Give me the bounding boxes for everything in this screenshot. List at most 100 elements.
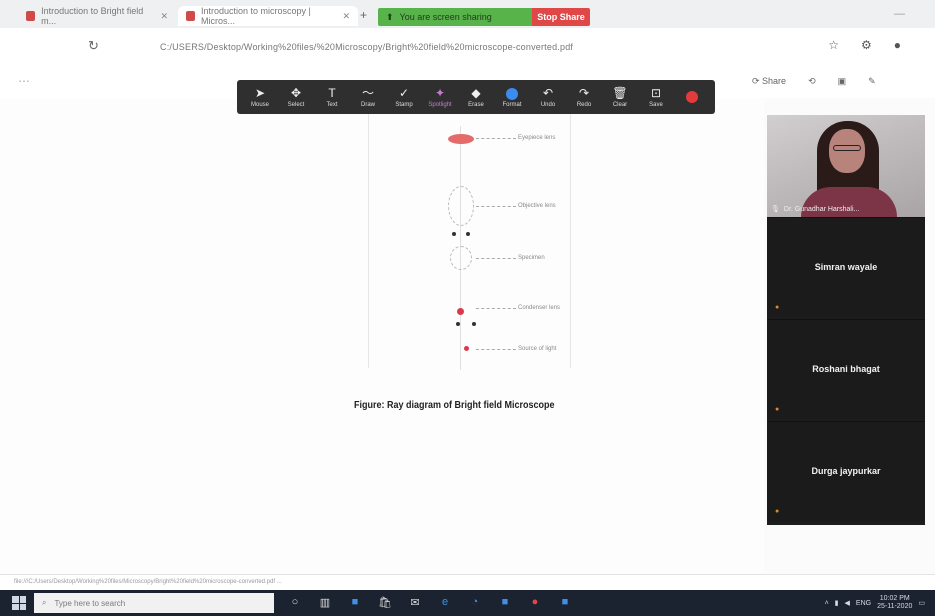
calculator-icon[interactable]: ■	[348, 594, 362, 610]
figure-caption: Figure: Ray diagram of Bright field Micr…	[354, 400, 555, 411]
network-icon[interactable]: ▮	[835, 599, 839, 607]
new-tab-button[interactable]: +	[360, 8, 367, 22]
tool-label: Select	[287, 102, 305, 108]
label-pointer	[476, 308, 516, 309]
tool-erase[interactable]: ◆ Erase	[459, 86, 493, 108]
stamp-icon: ✓	[398, 86, 410, 100]
close-tab-icon[interactable]: ✕	[160, 11, 168, 22]
search-icon: ⌕	[42, 598, 47, 607]
tool-stamp[interactable]: ✓ Stamp	[387, 86, 421, 108]
url-field[interactable]: C:/USERS/Desktop/Working%20files/%20Micr…	[160, 42, 573, 52]
redo-icon: ↷	[578, 86, 590, 100]
close-annotate-button[interactable]	[675, 91, 709, 103]
label-pointer	[476, 349, 516, 350]
tool-format[interactable]: Format	[495, 86, 529, 108]
trash-icon: 🗑	[612, 86, 628, 100]
tool-text[interactable]: T Text	[315, 86, 349, 108]
mouse-icon: ➤	[254, 86, 266, 100]
diagram-label-condenser: Condenser lens	[518, 305, 561, 311]
ray-dot	[452, 232, 456, 236]
spotlight-icon: ✦	[434, 86, 446, 100]
participant-tile[interactable]: Roshani bhagat ●	[767, 319, 925, 419]
photos-icon[interactable]: ◔	[468, 594, 482, 610]
notification-icon[interactable]: ▭	[918, 599, 925, 607]
meet-icon[interactable]: ■	[558, 594, 572, 610]
profile-icon[interactable]: ●	[894, 38, 901, 52]
eraser-icon: ◆	[471, 86, 481, 100]
browser-tab[interactable]: Introduction to Bright field m... ✕	[18, 6, 176, 26]
tool-label: Draw	[360, 102, 375, 108]
ray-dot	[472, 322, 476, 326]
search-placeholder: Type here to search	[54, 598, 126, 608]
share-status-text: You are screen sharing	[399, 12, 492, 22]
close-tab-icon[interactable]: ✕	[342, 11, 350, 22]
self-video-tile[interactable]: 🎙 Dr. Gunadhar Harshali...	[767, 115, 925, 217]
tool-undo[interactable]: ↶ Undo	[531, 86, 565, 108]
language-icon[interactable]: ENG	[856, 600, 871, 607]
pdf-actions: ⟳ Share ⟲ ▣ ✎	[752, 76, 876, 87]
eyepiece-lens-shape	[448, 134, 474, 144]
screen-share-bar: ⬆ You are screen sharing Stop Share	[378, 8, 590, 26]
tool-draw[interactable]: 〜 Draw	[351, 86, 385, 108]
tool-mouse[interactable]: ➤ Mouse	[243, 86, 277, 108]
taskbar-search[interactable]: ⌕ Type here to search	[34, 593, 274, 613]
store-icon[interactable]: 🛍	[378, 594, 392, 610]
participant-photo	[829, 129, 865, 173]
diagram-label-specimen: Specimen	[518, 255, 545, 261]
address-bar: ↻ C:/USERS/Desktop/Working%20files/%20Mi…	[0, 28, 935, 64]
clock-time: 10:02 PM	[879, 595, 910, 602]
cortana-icon[interactable]: ○	[288, 594, 302, 610]
share-button[interactable]: ⟳ Share	[752, 76, 786, 87]
volume-icon[interactable]: ◀	[845, 599, 850, 607]
tool-label: Mouse	[250, 102, 269, 108]
mail-icon[interactable]: ✉	[408, 594, 422, 610]
annotate-toolbar: ➤ Mouse ✥ Select T Text 〜 Draw ✓ Stamp ✦ Spotl…	[237, 80, 715, 114]
status-url-text: file:///C:/Users/Desktop/Working%20files…	[14, 579, 282, 585]
tool-label: Stamp	[395, 102, 413, 108]
star-icon[interactable]: ☆	[828, 38, 839, 52]
tool-save[interactable]: ⊡ Save	[639, 86, 673, 108]
self-name-text: Dr. Gunadhar Harshali...	[783, 205, 860, 213]
muted-mic-icon: ●	[775, 406, 780, 413]
text-icon: T	[328, 86, 336, 100]
pdf-document: Eyepiece lens Objective lens Specimen Co…	[0, 98, 764, 574]
chrome-icon[interactable]: ●	[528, 594, 542, 610]
tool-redo[interactable]: ↷ Redo	[567, 86, 601, 108]
tray-chevron-icon[interactable]: ˄	[825, 600, 829, 607]
browser-tab-active[interactable]: Introduction to microscopy | Micros... ✕	[178, 6, 358, 26]
tool-label: Clear	[612, 102, 628, 108]
participant-tile[interactable]: Simran wayale ●	[767, 217, 925, 317]
share-arrow-icon: ⬆	[386, 11, 394, 22]
address-actions: ☆ ⚙ ●	[828, 38, 901, 52]
tool-label: Undo	[540, 102, 556, 108]
tool-spotlight[interactable]: ✦ Spotlight	[423, 86, 457, 108]
save-icon[interactable]: ▣	[838, 76, 847, 87]
start-button[interactable]	[12, 596, 26, 610]
condenser-lens-shape	[457, 308, 464, 315]
tool-select[interactable]: ✥ Select	[279, 86, 313, 108]
task-view-icon[interactable]: ▥	[318, 594, 332, 610]
minimize-button[interactable]: —	[894, 8, 905, 20]
ray-dot	[466, 232, 470, 236]
edge-icon[interactable]: e	[438, 594, 452, 610]
reload-icon[interactable]: ↻	[88, 38, 99, 54]
extension-icon[interactable]: ⚙	[861, 38, 872, 52]
screen: Introduction to Bright field m... ✕ Intr…	[0, 0, 935, 616]
stop-share-button[interactable]: Stop Share	[532, 8, 590, 26]
participant-name: Roshani bhagat	[812, 364, 880, 374]
self-name-label: 🎙 Dr. Gunadhar Harshali...	[771, 205, 860, 214]
tool-clear[interactable]: 🗑 Clear	[603, 86, 637, 108]
format-color-icon	[506, 86, 518, 102]
clock[interactable]: 10:02 PM 25-11-2020	[877, 595, 912, 611]
tab-title: Introduction to Bright field m...	[41, 6, 144, 26]
menu-icon[interactable]: ⋯	[18, 74, 30, 88]
participant-tile[interactable]: Durga jaypurkar ●	[767, 421, 925, 521]
zoom-icon[interactable]: ■	[498, 594, 512, 610]
pdf-favicon-icon	[26, 11, 36, 21]
diagram-label-light-source: Source of light	[518, 346, 557, 352]
rotate-icon[interactable]: ⟲	[808, 76, 816, 87]
clock-date: 25-11-2020	[877, 603, 913, 610]
microscope-ray-diagram: Eyepiece lens Objective lens Specimen Co…	[440, 108, 580, 370]
pen-icon[interactable]: ✎	[868, 76, 876, 87]
label-pointer	[476, 258, 516, 259]
